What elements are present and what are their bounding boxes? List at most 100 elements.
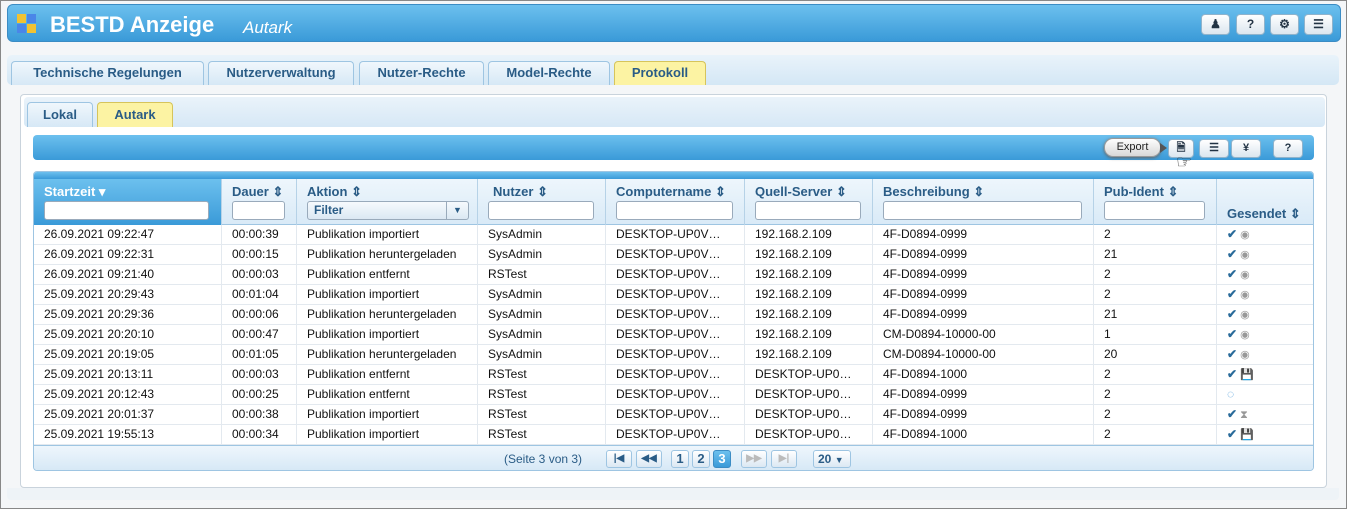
cell-beschreibung: 4F-D0894-1000 (873, 425, 1094, 445)
sort-icon: ⇕ (272, 184, 284, 199)
table-row[interactable]: 25.09.2021 19:55:13 00:00:34 Publikation i… (34, 425, 1313, 445)
table-row[interactable]: 26.09.2021 09:22:31 00:00:15 Publikation h… (34, 245, 1313, 265)
page-1-button[interactable]: 1 (671, 450, 689, 468)
app-header: BESTD Anzeige Autark ♟ ? ⚙ ☰ (7, 4, 1341, 42)
cell-beschreibung: 4F-D0894-0999 (873, 405, 1094, 425)
cell-startzeit: 26.09.2021 09:21:40 (34, 265, 222, 285)
table-row[interactable]: 25.09.2021 20:20:10 00:00:47 Publikation i… (34, 325, 1313, 345)
computername-label: Computername (616, 184, 712, 199)
settings-button[interactable]: ⚙ (1270, 14, 1299, 35)
cell-aktion: Publikation importiert (297, 225, 478, 245)
cell-aktion: Publikation entfernt (297, 265, 478, 285)
gesendet-status: ✔ 💾 (1227, 425, 1254, 445)
cell-server: 192.168.2.109 (745, 345, 873, 365)
table-row[interactable]: 25.09.2021 20:29:36 00:00:06 Publikation h… (34, 305, 1313, 325)
table-row[interactable]: 25.09.2021 20:29:43 00:01:04 Publikation i… (34, 285, 1313, 305)
page-info: (Seite 3 von 3) (504, 452, 583, 466)
column-header-pub-ident[interactable]: Pub-Ident ⇕ (1094, 179, 1217, 225)
cell-aktion: Publikation entfernt (297, 365, 478, 385)
table-row[interactable]: 25.09.2021 20:19:05 00:01:05 Publikation h… (34, 345, 1313, 365)
computername-filter-input[interactable] (616, 201, 733, 220)
column-header-quell-server[interactable]: Quell-Server ⇕ (745, 179, 873, 225)
cell-pub: 2 (1094, 265, 1217, 285)
column-header-gesendet[interactable]: Gesendet ⇕ (1217, 179, 1313, 225)
cell-nutzer: SysAdmin (478, 225, 606, 245)
funnel-icon: ¥ (1242, 142, 1250, 154)
sort-icon: ⇕ (1289, 206, 1301, 221)
sub-tabbar: Lokal Autark (24, 97, 1325, 127)
column-header-beschreibung[interactable]: Beschreibung ⇕ (873, 179, 1094, 225)
dauer-label: Dauer (232, 184, 269, 199)
cell-computer: DESKTOP-UP0V… (606, 385, 745, 405)
gesendet-status: ✔ ◉ (1227, 305, 1250, 325)
tab-technische-regelungen[interactable]: Technische Regelungen (11, 61, 204, 85)
table-row[interactable]: 26.09.2021 09:21:40 00:00:03 Publikation e… (34, 265, 1313, 285)
column-header-computername[interactable]: Computername ⇕ (606, 179, 745, 225)
pub-ident-filter-input[interactable] (1104, 201, 1205, 220)
page-2-button[interactable]: 2 (692, 450, 710, 468)
globe-icon: ◉ (1240, 249, 1250, 261)
first-page-button[interactable]: |◀ (606, 450, 632, 468)
startzeit-label: Startzeit (44, 184, 96, 199)
cell-dauer: 00:00:03 (222, 265, 297, 285)
tab-nutzerverwaltung[interactable]: Nutzerverwaltung (208, 61, 354, 85)
chevron-down-icon: ▼ (446, 202, 468, 219)
cell-server: 192.168.2.109 (745, 305, 873, 325)
cell-computer: DESKTOP-UP0V… (606, 225, 745, 245)
gesendet-status: ✔ ◉ (1227, 345, 1250, 365)
globe-icon: ◉ (1240, 309, 1250, 321)
column-header-nutzer[interactable]: Nutzer ⇕ (478, 179, 606, 225)
column-header-aktion[interactable]: Aktion ⇕ Filter ▼ (297, 179, 478, 225)
next-page-button[interactable]: ▶▶ (741, 450, 767, 468)
columns-button[interactable]: ☰ (1199, 139, 1229, 158)
grid-help-button[interactable]: ? (1273, 139, 1303, 158)
table-row[interactable]: 25.09.2021 20:12:43 00:00:25 Publikation e… (34, 385, 1313, 405)
last-page-button[interactable]: ▶| (771, 450, 797, 468)
cell-aktion: Publikation heruntergeladen (297, 345, 478, 365)
prev-page-button[interactable]: ◀◀ (636, 450, 662, 468)
cell-aktion: Publikation importiert (297, 285, 478, 305)
spinner-icon: ◌ (1227, 387, 1235, 401)
tab-lokal[interactable]: Lokal (27, 102, 93, 127)
check-icon: ✔ (1227, 227, 1238, 241)
page-size-select[interactable]: 20 ▼ (813, 450, 851, 468)
startzeit-filter-input[interactable] (44, 201, 209, 220)
tab-protokoll[interactable]: Protokoll (614, 61, 706, 85)
cell-dauer: 00:00:47 (222, 325, 297, 345)
aktion-filter-select[interactable]: Filter ▼ (307, 201, 469, 220)
help-button[interactable]: ? (1236, 14, 1265, 35)
cell-dauer: 00:00:15 (222, 245, 297, 265)
save-icon: 💾 (1240, 429, 1254, 441)
chevron-down-icon: ▼ (834, 455, 844, 465)
beschreibung-filter-input[interactable] (883, 201, 1082, 220)
tab-model-rechte[interactable]: Model-Rechte (488, 61, 610, 85)
beschreibung-label: Beschreibung (883, 184, 970, 199)
cell-pub: 20 (1094, 345, 1217, 365)
table-row[interactable]: 26.09.2021 09:22:47 00:00:39 Publikation i… (34, 225, 1313, 245)
quell-server-filter-input[interactable] (755, 201, 861, 220)
cell-aktion: Publikation importiert (297, 325, 478, 345)
cell-dauer: 00:00:34 (222, 425, 297, 445)
menu-button[interactable]: ☰ (1304, 14, 1333, 35)
cell-beschreibung: 4F-D0894-0999 (873, 265, 1094, 285)
aktion-filter-value: Filter (314, 203, 344, 217)
cell-dauer: 00:00:06 (222, 305, 297, 325)
user-button[interactable]: ♟ (1201, 14, 1230, 35)
filter-button[interactable]: ¥ (1231, 139, 1261, 158)
pub-ident-label: Pub-Ident (1104, 184, 1164, 199)
gesendet-status: ✔ ⧗ (1227, 405, 1248, 425)
page-3-button[interactable]: 3 (713, 450, 731, 468)
nutzer-filter-input[interactable] (488, 201, 594, 220)
cell-server: DESKTOP-UP0… (745, 385, 873, 405)
bottom-bar (7, 488, 1339, 500)
table-row[interactable]: 25.09.2021 20:13:11 00:00:03 Publikation e… (34, 365, 1313, 385)
gesendet-status: ✔ ◉ (1227, 265, 1250, 285)
globe-icon: ◉ (1240, 229, 1250, 241)
cell-dauer: 00:01:04 (222, 285, 297, 305)
dauer-filter-input[interactable] (232, 201, 285, 220)
tab-autark[interactable]: Autark (97, 102, 173, 127)
column-header-dauer[interactable]: Dauer ⇕ (222, 179, 297, 225)
column-header-startzeit[interactable]: Startzeit ▾ (34, 179, 222, 225)
tab-nutzer-rechte[interactable]: Nutzer-Rechte (359, 61, 484, 85)
table-row[interactable]: 25.09.2021 20:01:37 00:00:38 Publikation i… (34, 405, 1313, 425)
